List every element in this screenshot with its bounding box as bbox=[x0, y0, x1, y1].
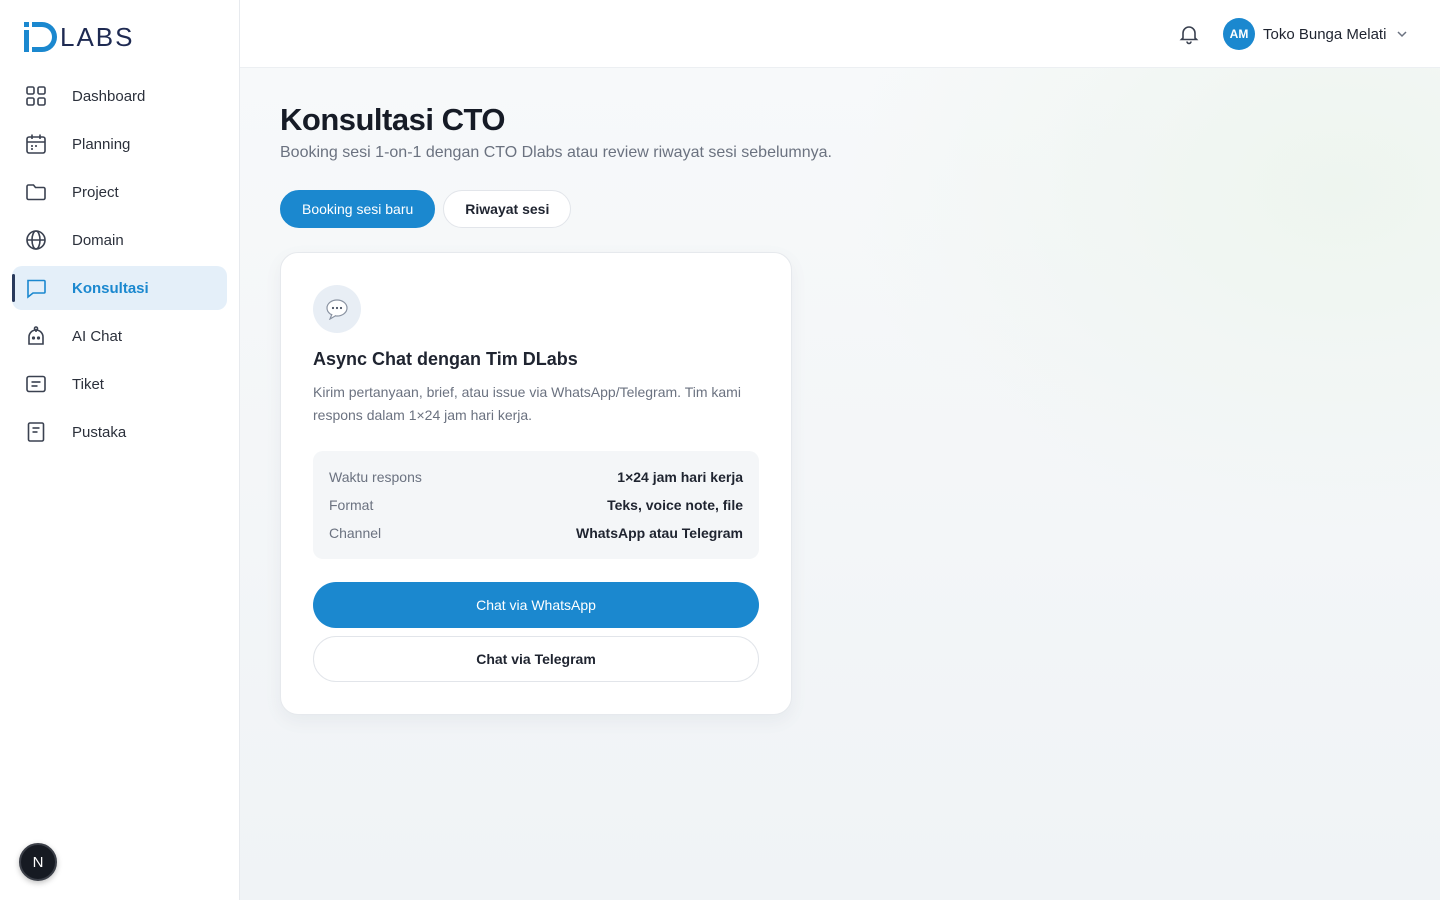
chat-telegram-button[interactable]: Chat via Telegram bbox=[313, 636, 759, 682]
tab-riwayat-sesi[interactable]: Riwayat sesi bbox=[443, 190, 572, 228]
sidebar-item-label: AI Chat bbox=[72, 327, 123, 345]
info-row: Format Teks, voice note, file bbox=[329, 491, 743, 519]
sidebar-item-label: Domain bbox=[72, 231, 124, 249]
info-value: WhatsApp atau Telegram bbox=[576, 525, 743, 541]
ticket-icon bbox=[24, 372, 48, 396]
info-key: Channel bbox=[329, 525, 382, 541]
next-dev-badge[interactable]: N bbox=[19, 843, 57, 881]
topbar: AM Toko Bunga Melati bbox=[240, 0, 1440, 68]
page-title: Konsultasi CTO bbox=[280, 102, 505, 137]
sidebar-item-ai-chat[interactable]: AI Chat bbox=[12, 314, 227, 358]
user-menu[interactable]: AM Toko Bunga Melati bbox=[1223, 18, 1410, 50]
book-icon bbox=[24, 420, 48, 444]
dlabs-logo[interactable]: LABS bbox=[22, 18, 135, 56]
sidebar-item-label: Tiket bbox=[72, 375, 104, 393]
globe-icon bbox=[24, 228, 48, 252]
logo-text: LABS bbox=[60, 21, 135, 52]
info-row: Waktu respons 1×24 jam hari kerja bbox=[329, 463, 743, 491]
sidebar-item-konsultasi[interactable]: Konsultasi bbox=[12, 266, 227, 310]
card-description: Kirim pertanyaan, brief, atau issue via … bbox=[313, 384, 741, 423]
sidebar-item-label: Planning bbox=[72, 135, 131, 153]
chat-bubble-icon bbox=[24, 276, 48, 300]
sidebar-item-domain[interactable]: Domain bbox=[12, 218, 227, 262]
calendar-icon bbox=[24, 132, 48, 156]
page-subtitle: Booking sesi 1-on-1 dengan CTO Dlabs ata… bbox=[280, 144, 832, 161]
info-value: Teks, voice note, file bbox=[607, 497, 743, 513]
async-chat-card: Async Chat dengan Tim DLabs Kirim pertan… bbox=[280, 252, 792, 715]
tab-booking-sesi-baru[interactable]: Booking sesi baru bbox=[280, 190, 436, 228]
info-panel: Waktu respons 1×24 jam hari kerja Format… bbox=[313, 451, 759, 559]
sidebar-nav: Dashboard Planning Project Domain Konsul… bbox=[12, 74, 227, 458]
sidebar-item-label: Pustaka bbox=[72, 423, 127, 441]
sidebar-item-label: Konsultasi bbox=[72, 279, 149, 297]
sidebar: LABS Dashboard Planning Project Domain K… bbox=[0, 0, 240, 900]
sidebar-item-project[interactable]: Project bbox=[12, 170, 227, 214]
card-title: Async Chat dengan Tim DLabs bbox=[313, 349, 578, 369]
tab-group: Booking sesi baru Riwayat sesi bbox=[280, 190, 572, 228]
sidebar-item-label: Dashboard bbox=[72, 87, 146, 105]
sidebar-item-dashboard[interactable]: Dashboard bbox=[12, 74, 227, 118]
sidebar-item-label: Project bbox=[72, 183, 119, 201]
avatar: AM bbox=[1223, 18, 1255, 50]
folder-icon bbox=[24, 180, 48, 204]
chat-whatsapp-button[interactable]: Chat via WhatsApp bbox=[313, 582, 759, 628]
info-key: Format bbox=[329, 497, 374, 513]
logo-mark-icon bbox=[24, 22, 57, 52]
sidebar-item-planning[interactable]: Planning bbox=[12, 122, 227, 166]
main-content: Konsultasi CTO Booking sesi 1-on-1 denga… bbox=[240, 68, 1440, 900]
bot-icon bbox=[24, 324, 48, 348]
bell-icon[interactable] bbox=[1177, 22, 1201, 46]
info-value: 1×24 jam hari kerja bbox=[617, 469, 743, 485]
sidebar-item-pustaka[interactable]: Pustaka bbox=[12, 410, 227, 454]
speech-balloon-icon bbox=[313, 285, 361, 333]
grid-icon bbox=[24, 84, 48, 108]
user-name: Toko Bunga Melati bbox=[1263, 25, 1387, 43]
sidebar-item-tiket[interactable]: Tiket bbox=[12, 362, 227, 406]
info-key: Waktu respons bbox=[329, 469, 422, 485]
chevron-down-icon bbox=[1394, 26, 1410, 42]
info-row: Channel WhatsApp atau Telegram bbox=[329, 519, 743, 547]
